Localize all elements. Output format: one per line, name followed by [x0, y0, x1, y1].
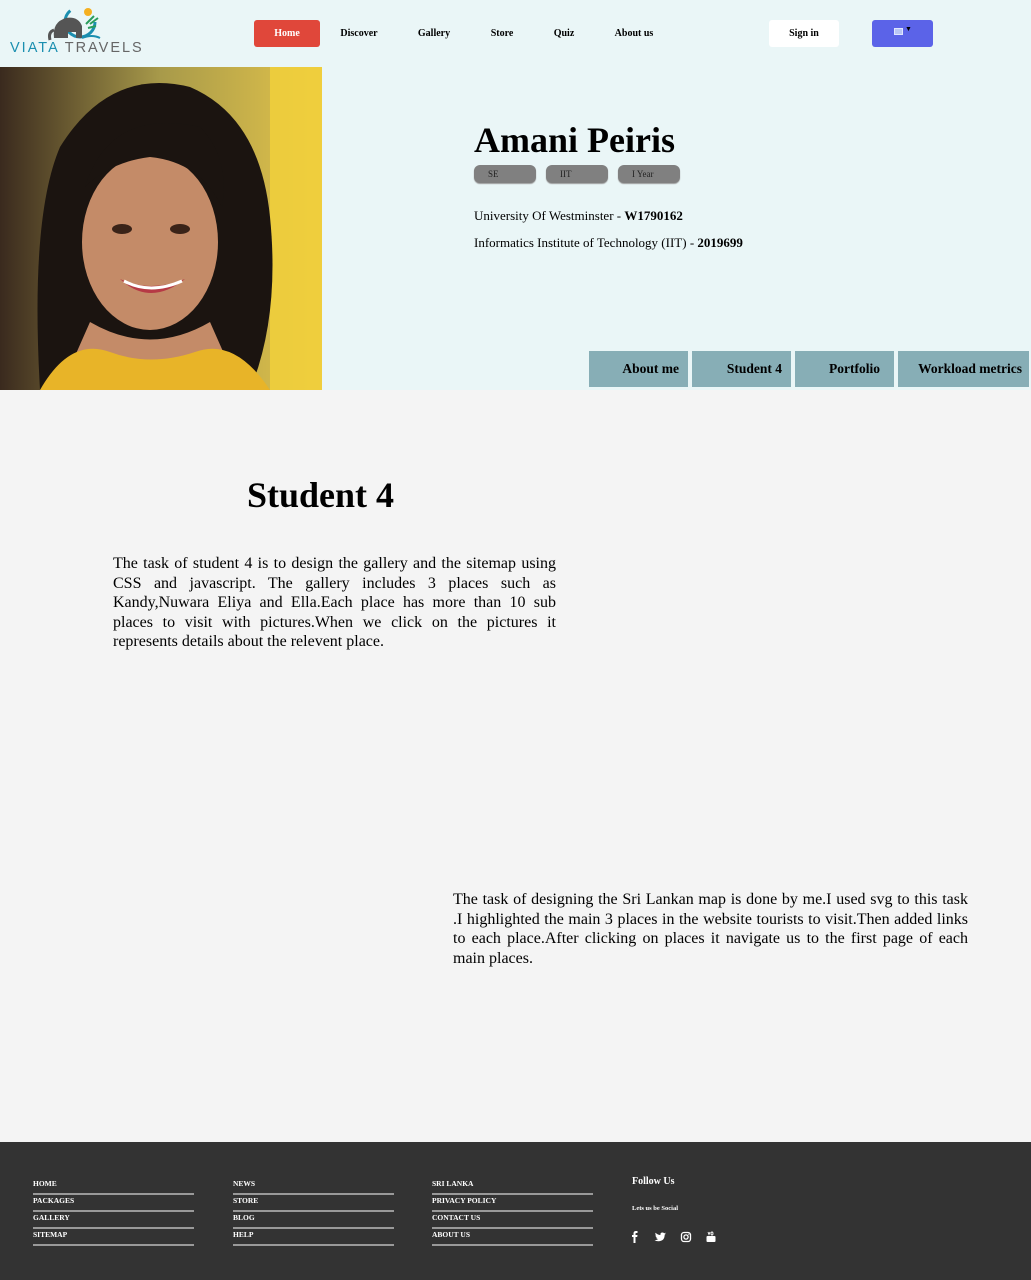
footer-link-home[interactable]: HOME [33, 1178, 194, 1195]
footer-link-store[interactable]: STORE [233, 1195, 394, 1212]
brand-name: VIATA TRAVELS [10, 40, 144, 56]
nav-discover[interactable]: Discover [334, 20, 384, 47]
follow-us-heading: Follow Us [632, 1176, 675, 1187]
profile-banner: Amani Peiris SE IIT I Year University Of… [0, 67, 1031, 390]
footer-link-gallery[interactable]: GALLERY [33, 1212, 194, 1229]
facebook-icon[interactable] [628, 1230, 642, 1244]
tab-about-me[interactable]: About me [589, 351, 688, 387]
footer-column-3: SRI LANKA PRIVACY POLICY CONTACT US ABOU… [432, 1178, 593, 1246]
nav-gallery[interactable]: Gallery [412, 20, 456, 47]
profile-photo [0, 67, 322, 390]
footer-link-help[interactable]: HELP [233, 1229, 394, 1246]
badge-iit: IIT [546, 165, 608, 183]
footer-link-sri-lanka[interactable]: SRI LANKA [432, 1178, 593, 1195]
nav-about-us[interactable]: About us [608, 20, 660, 47]
footer-link-about-us[interactable]: ABOUT US [432, 1229, 593, 1246]
section-title: Student 4 [247, 475, 395, 515]
footer-column-2: NEWS STORE BLOG HELP [233, 1178, 394, 1246]
gallery-task-description: The task of student 4 is to design the g… [113, 555, 556, 650]
instagram-icon[interactable] [679, 1230, 693, 1244]
follow-us-subtitle: Lets us be Social [632, 1205, 679, 1212]
site-header: VIATA TRAVELS Home Discover Gallery Stor… [0, 0, 1031, 67]
profile-name: Amani Peiris [474, 120, 675, 160]
education-iit: Informatics Institute of Technology (IIT… [474, 235, 743, 250]
footer-link-news[interactable]: NEWS [233, 1178, 394, 1195]
twitter-icon[interactable] [653, 1230, 667, 1244]
sign-in-button[interactable]: Sign in [769, 20, 839, 47]
footer-link-blog[interactable]: BLOG [233, 1212, 394, 1229]
footer-link-contact-us[interactable]: CONTACT US [432, 1212, 593, 1229]
footer-link-packages[interactable]: PACKAGES [33, 1195, 194, 1212]
tab-portfolio[interactable]: Portfolio [795, 351, 894, 387]
language-selector[interactable]: ▼ [872, 20, 933, 47]
footer-link-privacy-policy[interactable]: PRIVACY POLICY [432, 1195, 593, 1212]
portrait-image [0, 67, 322, 390]
flag-icon [894, 28, 903, 35]
footer-column-1: HOME PACKAGES GALLERY SITEMAP [33, 1178, 194, 1246]
nav-home[interactable]: Home [254, 20, 320, 47]
tab-workload-metrics[interactable]: Workload metrics [898, 351, 1029, 387]
badge-year: I Year [618, 165, 680, 183]
tab-student-4[interactable]: Student 4 [692, 351, 791, 387]
caret-down-icon: ▼ [905, 25, 912, 33]
nav-store[interactable]: Store [484, 20, 520, 47]
footer-link-sitemap[interactable]: SITEMAP [33, 1229, 194, 1246]
westminster-id: W1790162 [624, 208, 683, 223]
iit-id: 2019699 [697, 235, 743, 250]
site-footer: HOME PACKAGES GALLERY SITEMAP NEWS STORE… [0, 1142, 1031, 1280]
map-task-description: The task of designing the Sri Lankan map… [453, 891, 968, 967]
nav-quiz[interactable]: Quiz [548, 20, 580, 47]
youtube-icon[interactable] [704, 1230, 718, 1244]
badge-se: SE [474, 165, 536, 183]
education-westminster: University Of Westminster - W1790162 [474, 208, 683, 223]
